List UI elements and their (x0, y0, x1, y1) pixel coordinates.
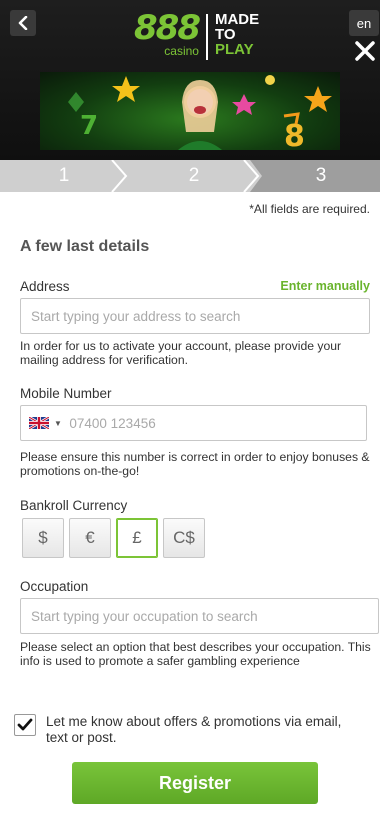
svg-text:8: 8 (284, 119, 305, 150)
currency-gbp-button[interactable]: £ (116, 518, 158, 558)
back-button[interactable] (10, 10, 36, 36)
promo-banner: 7 8 (40, 72, 340, 150)
occupation-label: Occupation (20, 579, 89, 594)
logo-number: 888 (134, 8, 201, 48)
address-label: Address (20, 279, 70, 294)
mobile-help: Please ensure this number is correct in … (20, 450, 370, 478)
step-1: 1 (58, 165, 70, 186)
currency-eur-button[interactable]: € (69, 518, 111, 558)
brand-logo: 888 casino MADE TO PLAY (134, 8, 260, 60)
occupation-input[interactable] (21, 599, 378, 633)
offers-label: Let me know about offers & promotions vi… (46, 714, 342, 745)
svg-text:7: 7 (80, 111, 98, 141)
currency-usd-button[interactable]: $ (22, 518, 64, 558)
header: 888 casino MADE TO PLAY en 7 8 (0, 0, 380, 160)
caret-down-icon: ▼ (54, 418, 62, 428)
banner-art: 7 8 (68, 75, 332, 150)
step-3: 3 (315, 165, 327, 186)
address-field (20, 298, 370, 334)
mobile-field: ▼ (20, 405, 367, 441)
progress-steps: 1 2 3 (0, 160, 380, 192)
section-title: A few last details (20, 238, 150, 255)
close-icon (355, 41, 375, 61)
currency-cad-button[interactable]: C$ (163, 518, 205, 558)
checkmark-icon (17, 718, 33, 731)
offers-checkbox[interactable] (14, 714, 36, 736)
back-arrow-icon (18, 16, 28, 30)
address-help: In order for us to activate your account… (20, 339, 342, 367)
required-note: *All fields are required. (249, 202, 370, 216)
currency-label: Bankroll Currency (20, 498, 128, 513)
mobile-label: Mobile Number (20, 386, 112, 401)
occupation-field (20, 598, 379, 634)
language-button[interactable]: en (349, 10, 379, 36)
address-input[interactable] (21, 299, 369, 333)
country-code-select[interactable]: ▼ (21, 406, 65, 440)
mobile-input[interactable] (65, 406, 366, 440)
close-button[interactable] (352, 38, 378, 64)
logo-casino: casino (164, 44, 199, 58)
logo-made: MADE (214, 11, 260, 28)
logo-play: PLAY (214, 41, 254, 58)
occupation-help: Please select an option that best descri… (20, 640, 371, 668)
uk-flag-icon (29, 417, 49, 429)
register-button[interactable]: Register (72, 762, 318, 804)
logo-to: TO (214, 26, 236, 43)
enter-manually-link[interactable]: Enter manually (280, 279, 370, 293)
step-2: 2 (188, 165, 200, 186)
